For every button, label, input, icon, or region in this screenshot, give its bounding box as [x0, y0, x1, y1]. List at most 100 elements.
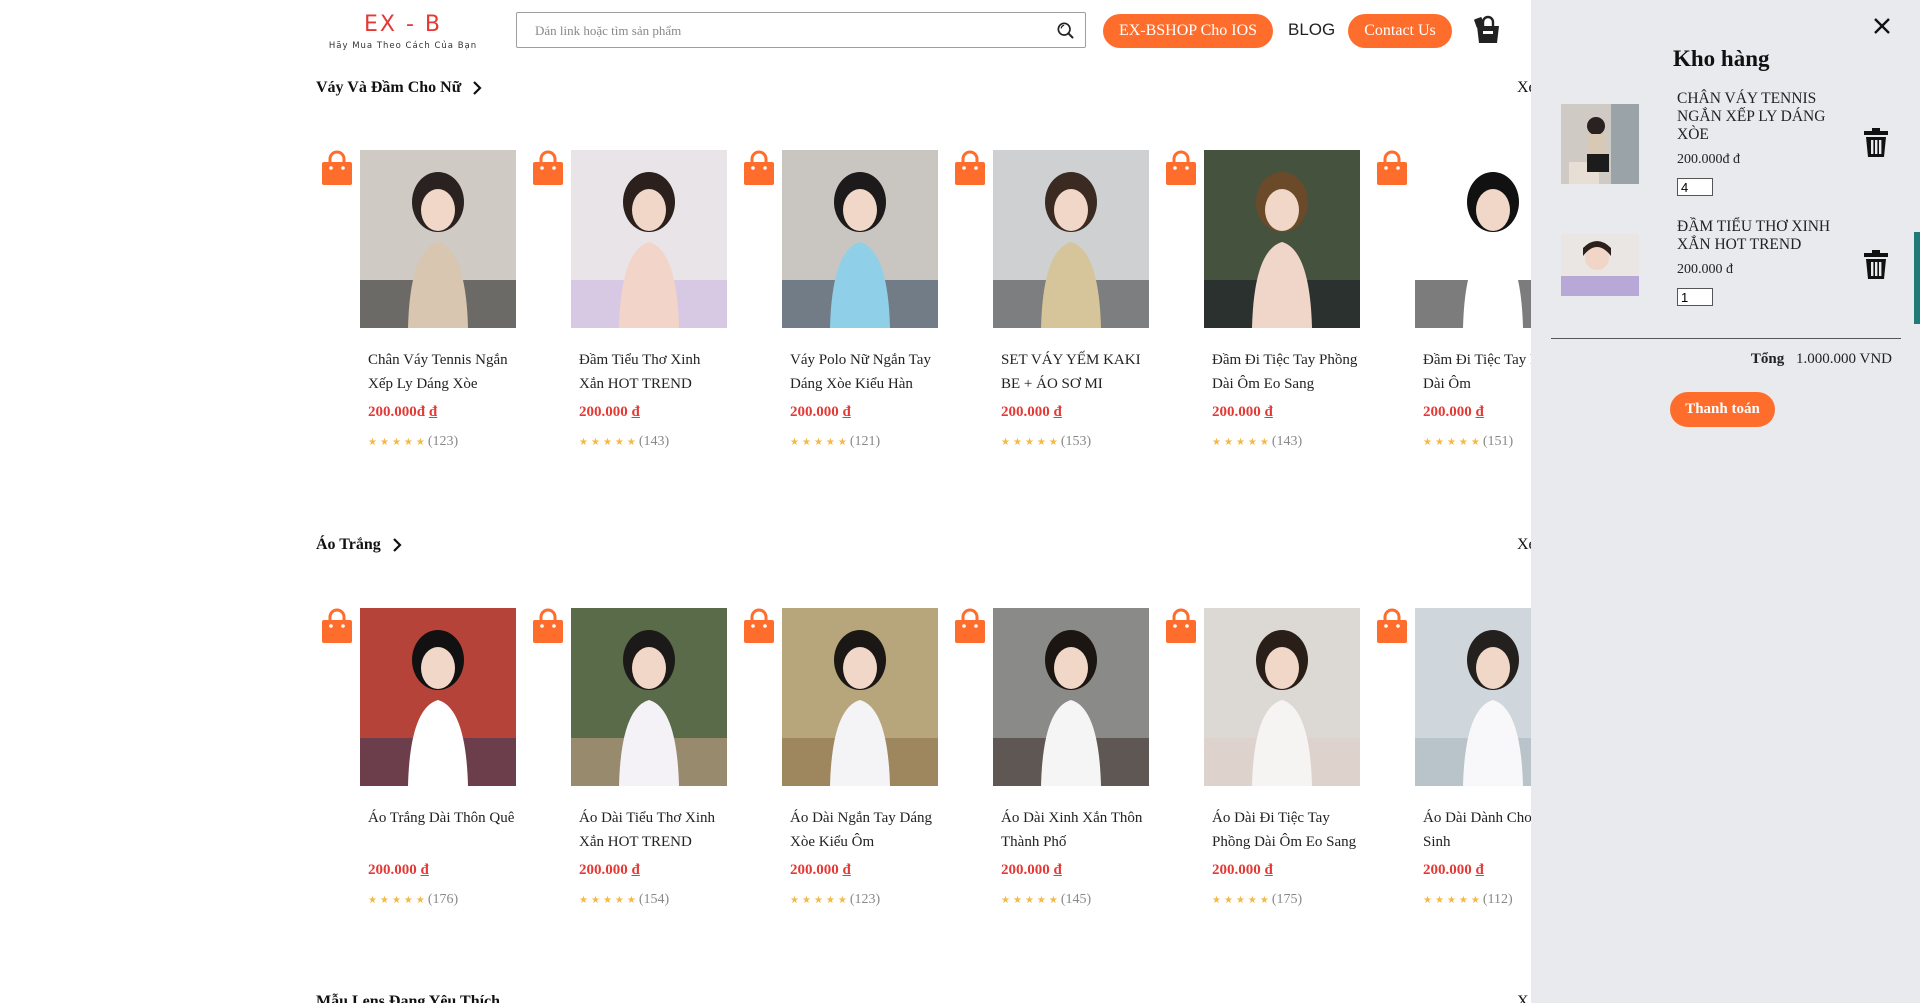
product-card[interactable]: Đầm Tiểu Thơ Xinh Xắn HOT TREND 200.000 …: [527, 150, 727, 470]
product-name[interactable]: Áo Trắng Dài Thôn Quê: [368, 806, 516, 854]
search-icon[interactable]: [1055, 20, 1075, 40]
add-to-cart-icon[interactable]: [742, 608, 776, 644]
star-icon: ★: [1212, 894, 1221, 906]
product-rating: ★ ★ ★ ★ ★ (123): [790, 892, 880, 908]
product-rating: ★ ★ ★ ★ ★ (153): [1001, 434, 1091, 450]
product-name[interactable]: Đầm Đi Tiệc Tay Phồng Dài Ôm Eo Sang: [1212, 348, 1360, 396]
price-value: 200.000: [368, 862, 417, 878]
add-to-cart-icon[interactable]: [1164, 608, 1198, 644]
add-to-cart-icon[interactable]: [320, 608, 354, 644]
chevron-right-icon: [392, 538, 402, 552]
product-rating: ★ ★ ★ ★ ★ (175): [1212, 892, 1302, 908]
star-icon: ★: [590, 894, 600, 906]
star-icon: ★: [1048, 436, 1058, 448]
logo[interactable]: EX - B Hãy Mua Theo Cách Của Bạn: [318, 12, 488, 51]
star-icon: ★: [1235, 894, 1245, 906]
add-to-cart-icon[interactable]: [1164, 150, 1198, 186]
site-header: EX - B Hãy Mua Theo Cách Của Bạn EX-BSHO…: [0, 0, 1531, 75]
product-card[interactable]: Áo Dài Ngắn Tay Dáng Xòe Kiểu Ôm 200.000…: [738, 608, 938, 928]
section-title-white-shirts[interactable]: Áo Trắng: [316, 536, 405, 554]
product-image[interactable]: [1415, 150, 1531, 328]
product-image[interactable]: [571, 150, 727, 328]
close-icon[interactable]: [1872, 16, 1892, 36]
product-name[interactable]: Đầm Đi Tiệc Tay Phồng Dài Ôm: [1423, 348, 1531, 396]
price-currency: đ: [1475, 404, 1484, 420]
product-card[interactable]: Áo Dài Tiểu Thơ Xinh Xắn HOT TREND 200.0…: [527, 608, 727, 928]
product-name[interactable]: Áo Dài Đi Tiệc Tay Phồng Dài Ôm Eo Sang: [1212, 806, 1360, 854]
product-image[interactable]: [782, 150, 938, 328]
trash-icon[interactable]: [1863, 250, 1889, 280]
product-card[interactable]: Chân Váy Tennis Ngắn Xếp Ly Dáng Xòe 200…: [316, 150, 516, 470]
product-card[interactable]: SET VÁY YẾM KAKI BE + ÁO SƠ MI 200.000 đ…: [949, 150, 1149, 470]
cart-panel: Kho hàng CHÂN VÁY TENNIS NGẮN XẾP LY DÁN…: [1531, 0, 1920, 1003]
cart-item-price: 200.000 đ: [1677, 262, 1733, 277]
star-icon: ★: [415, 436, 425, 448]
product-card[interactable]: Đầm Đi Tiệc Tay Phồng Dài Ôm Eo Sang 200…: [1160, 150, 1360, 470]
product-card[interactable]: Áo Trắng Dài Thôn Quê 200.000 đ ★ ★ ★ ★ …: [316, 608, 516, 928]
see-more-link[interactable]: Xe: [1517, 79, 1531, 97]
product-image[interactable]: [782, 608, 938, 786]
product-name[interactable]: Đầm Tiểu Thơ Xinh Xắn HOT TREND: [579, 348, 727, 396]
product-name[interactable]: Áo Dài Xinh Xắn Thôn Thành Phố: [1001, 806, 1149, 854]
star-icon: ★: [825, 436, 835, 448]
product-image[interactable]: [1204, 608, 1360, 786]
quantity-stepper[interactable]: [1677, 288, 1713, 306]
product-card[interactable]: Áo Dài Dành Cho Học Sinh 200.000 đ ★ ★ ★…: [1371, 608, 1531, 928]
product-name[interactable]: Áo Dài Dành Cho Học Sinh: [1423, 806, 1531, 854]
star-icon: ★: [1458, 436, 1468, 448]
add-to-cart-icon[interactable]: [1375, 150, 1409, 186]
product-image[interactable]: [993, 150, 1149, 328]
product-image[interactable]: [571, 608, 727, 786]
see-more-link[interactable]: Xe: [1517, 536, 1531, 554]
product-card[interactable]: Áo Dài Xinh Xắn Thôn Thành Phố 200.000 đ…: [949, 608, 1149, 928]
search-input[interactable]: [533, 22, 1037, 40]
product-name[interactable]: Áo Dài Ngắn Tay Dáng Xòe Kiểu Ôm: [790, 806, 938, 854]
product-card[interactable]: Váy Polo Nữ Ngắn Tay Dáng Xòe Kiểu Hàn 2…: [738, 150, 938, 470]
price-currency: đ: [631, 862, 640, 878]
review-count: (143): [638, 434, 670, 449]
review-count: (123): [427, 434, 459, 449]
product-image[interactable]: [360, 150, 516, 328]
see-more-link[interactable]: X: [1517, 993, 1529, 1003]
product-name[interactable]: Áo Dài Tiểu Thơ Xinh Xắn HOT TREND: [579, 806, 727, 854]
product-image[interactable]: [993, 608, 1149, 786]
price-value: 200.000: [790, 862, 839, 878]
product-card[interactable]: Đầm Đi Tiệc Tay Phồng Dài Ôm 200.000 đ ★…: [1371, 150, 1531, 470]
add-to-cart-icon[interactable]: [953, 608, 987, 644]
product-name[interactable]: SET VÁY YẾM KAKI BE + ÁO SƠ MI: [1001, 348, 1149, 396]
cart-item-price: 200.000đ đ: [1677, 152, 1740, 167]
add-to-cart-icon[interactable]: [953, 150, 987, 186]
review-count: (176): [427, 892, 459, 907]
logo-subtitle: Hãy Mua Theo Cách Của Bạn: [328, 41, 478, 51]
section-title-lens[interactable]: Mẫu Lens Đang Yêu Thích: [316, 993, 500, 1003]
contact-button[interactable]: Contact Us: [1348, 14, 1452, 48]
product-image[interactable]: [360, 608, 516, 786]
add-to-cart-icon[interactable]: [531, 150, 565, 186]
star-icon: ★: [837, 894, 847, 906]
star-icon: ★: [368, 894, 377, 906]
add-to-cart-icon[interactable]: [742, 150, 776, 186]
product-photo: [360, 150, 516, 328]
shopping-bag-icon[interactable]: [1472, 14, 1504, 46]
section-title-dresses[interactable]: Váy Và Đầm Cho Nữ: [316, 79, 485, 97]
star-icon: ★: [1259, 894, 1269, 906]
cart-item-name: ĐẦM TIỂU THƠ XINH XẮN HOT TREND: [1677, 218, 1831, 253]
product-name[interactable]: Váy Polo Nữ Ngắn Tay Dáng Xòe Kiểu Hàn: [790, 348, 938, 396]
quantity-stepper[interactable]: [1677, 178, 1713, 196]
add-to-cart-icon[interactable]: [320, 150, 354, 186]
add-to-cart-icon[interactable]: [531, 608, 565, 644]
checkout-button[interactable]: Thanh toán: [1670, 392, 1775, 427]
section-title-text: Váy Và Đầm Cho Nữ: [316, 79, 462, 96]
product-name[interactable]: Chân Váy Tennis Ngắn Xếp Ly Dáng Xòe: [368, 348, 516, 396]
product-rating: ★ ★ ★ ★ ★ (154): [579, 892, 669, 908]
scrollbar-thumb[interactable]: [1914, 232, 1920, 324]
product-card[interactable]: Áo Dài Đi Tiệc Tay Phồng Dài Ôm Eo Sang …: [1160, 608, 1360, 928]
add-to-cart-icon[interactable]: [1375, 608, 1409, 644]
product-image[interactable]: [1415, 608, 1531, 786]
price-value: 200.000: [1001, 404, 1050, 420]
ios-app-button[interactable]: EX-BSHOP Cho IOS: [1103, 14, 1273, 48]
product-rating: ★ ★ ★ ★ ★ (145): [1001, 892, 1091, 908]
product-image[interactable]: [1204, 150, 1360, 328]
blog-link[interactable]: BLOG: [1288, 20, 1335, 40]
trash-icon[interactable]: [1863, 128, 1889, 158]
